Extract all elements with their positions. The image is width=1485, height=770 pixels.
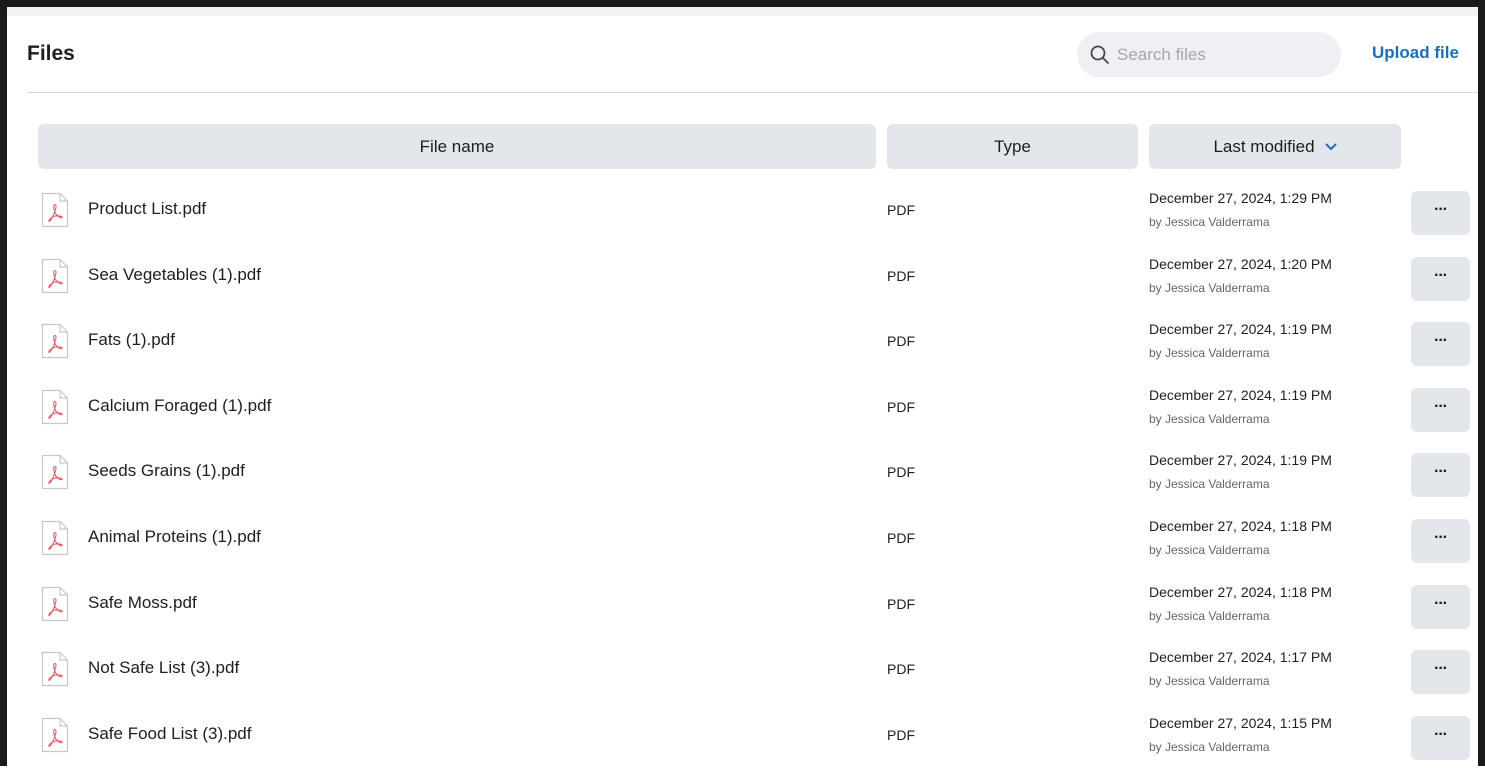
header-divider: [27, 92, 1478, 93]
pdf-file-icon: [41, 454, 69, 490]
more-actions-button[interactable]: ···: [1411, 453, 1470, 497]
modified-by: by Jessica Valderrama: [1149, 281, 1270, 295]
more-actions-button[interactable]: ···: [1411, 585, 1470, 629]
modified-by: by Jessica Valderrama: [1149, 346, 1270, 360]
file-name-link[interactable]: Animal Proteins (1).pdf: [88, 527, 261, 547]
modified-by: by Jessica Valderrama: [1149, 740, 1270, 754]
more-actions-button[interactable]: ···: [1411, 519, 1470, 563]
modified-date: December 27, 2024, 1:15 PM: [1149, 715, 1332, 731]
ellipsis-icon: ···: [1434, 398, 1448, 415]
ellipsis-icon: ···: [1434, 201, 1448, 218]
chevron-down-icon: [1325, 143, 1337, 150]
ellipsis-icon: ···: [1434, 595, 1448, 612]
column-header-type[interactable]: Type: [887, 124, 1138, 169]
table-row: Fats (1).pdf PDF December 27, 2024, 1:19…: [0, 310, 1485, 376]
more-actions-button[interactable]: ···: [1411, 191, 1470, 235]
modified-date: December 27, 2024, 1:19 PM: [1149, 452, 1332, 468]
modified-date: December 27, 2024, 1:19 PM: [1149, 321, 1332, 337]
modified-date: December 27, 2024, 1:29 PM: [1149, 190, 1332, 206]
ellipsis-icon: ···: [1434, 332, 1448, 349]
modified-date: December 27, 2024, 1:19 PM: [1149, 387, 1332, 403]
modified-by: by Jessica Valderrama: [1149, 412, 1270, 426]
more-actions-button[interactable]: ···: [1411, 388, 1470, 432]
file-type: PDF: [887, 333, 915, 349]
modified-by: by Jessica Valderrama: [1149, 543, 1270, 557]
file-name-link[interactable]: Fats (1).pdf: [88, 330, 175, 350]
file-type: PDF: [887, 596, 915, 612]
column-header-last-modified[interactable]: Last modified: [1149, 124, 1401, 169]
file-type: PDF: [887, 727, 915, 743]
file-name-link[interactable]: Seeds Grains (1).pdf: [88, 461, 245, 481]
file-name-link[interactable]: Safe Food List (3).pdf: [88, 724, 251, 744]
pdf-file-icon: [41, 586, 69, 622]
table-row: Not Safe List (3).pdf PDF December 27, 2…: [0, 638, 1485, 704]
file-name-link[interactable]: Sea Vegetables (1).pdf: [88, 265, 261, 285]
table-row: Animal Proteins (1).pdf PDF December 27,…: [0, 507, 1485, 573]
pdf-file-icon: [41, 258, 69, 294]
column-header-file-name[interactable]: File name: [38, 124, 876, 169]
more-actions-button[interactable]: ···: [1411, 257, 1470, 301]
column-header-label: Type: [994, 136, 1031, 156]
file-type: PDF: [887, 661, 915, 677]
modified-by: by Jessica Valderrama: [1149, 674, 1270, 688]
ellipsis-icon: ···: [1434, 463, 1448, 480]
modified-by: by Jessica Valderrama: [1149, 477, 1270, 491]
table-row: Seeds Grains (1).pdf PDF December 27, 20…: [0, 441, 1485, 507]
pdf-file-icon: [41, 717, 69, 753]
column-header-label: Last modified: [1213, 136, 1315, 156]
file-type: PDF: [887, 399, 915, 415]
modified-by: by Jessica Valderrama: [1149, 215, 1270, 229]
column-header-label: File name: [419, 136, 495, 156]
search-input[interactable]: [1115, 43, 1329, 66]
table-row: Product List.pdf PDF December 27, 2024, …: [0, 179, 1485, 245]
modified-date: December 27, 2024, 1:20 PM: [1149, 256, 1332, 272]
top-bar: [7, 7, 1478, 16]
ellipsis-icon: ···: [1434, 726, 1448, 743]
more-actions-button[interactable]: ···: [1411, 650, 1470, 694]
more-actions-button[interactable]: ···: [1411, 322, 1470, 366]
file-type: PDF: [887, 202, 915, 218]
modified-by: by Jessica Valderrama: [1149, 609, 1270, 623]
modified-date: December 27, 2024, 1:17 PM: [1149, 649, 1332, 665]
pdf-file-icon: [41, 389, 69, 425]
ellipsis-icon: ···: [1434, 529, 1448, 546]
search-box[interactable]: [1077, 32, 1341, 77]
file-type: PDF: [887, 530, 915, 546]
modified-date: December 27, 2024, 1:18 PM: [1149, 584, 1332, 600]
ellipsis-icon: ···: [1434, 267, 1448, 284]
pdf-file-icon: [41, 323, 69, 359]
pdf-file-icon: [41, 520, 69, 556]
file-name-link[interactable]: Product List.pdf: [88, 199, 206, 219]
file-type: PDF: [887, 464, 915, 480]
pdf-file-icon: [41, 651, 69, 687]
file-name-link[interactable]: Safe Moss.pdf: [88, 593, 197, 613]
search-icon: [1090, 45, 1109, 64]
table-row: Safe Food List (3).pdf PDF December 27, …: [0, 704, 1485, 770]
table-row: Calcium Foraged (1).pdf PDF December 27,…: [0, 376, 1485, 442]
modified-date: December 27, 2024, 1:18 PM: [1149, 518, 1332, 534]
pdf-file-icon: [41, 192, 69, 228]
file-name-link[interactable]: Calcium Foraged (1).pdf: [88, 396, 271, 416]
file-name-link[interactable]: Not Safe List (3).pdf: [88, 658, 239, 678]
more-actions-button[interactable]: ···: [1411, 716, 1470, 760]
upload-file-link[interactable]: Upload file: [1372, 43, 1459, 63]
ellipsis-icon: ···: [1434, 660, 1448, 677]
page-title: Files: [27, 42, 75, 65]
file-type: PDF: [887, 268, 915, 284]
table-row: Sea Vegetables (1).pdf PDF December 27, …: [0, 245, 1485, 311]
table-row: Safe Moss.pdf PDF December 27, 2024, 1:1…: [0, 573, 1485, 639]
